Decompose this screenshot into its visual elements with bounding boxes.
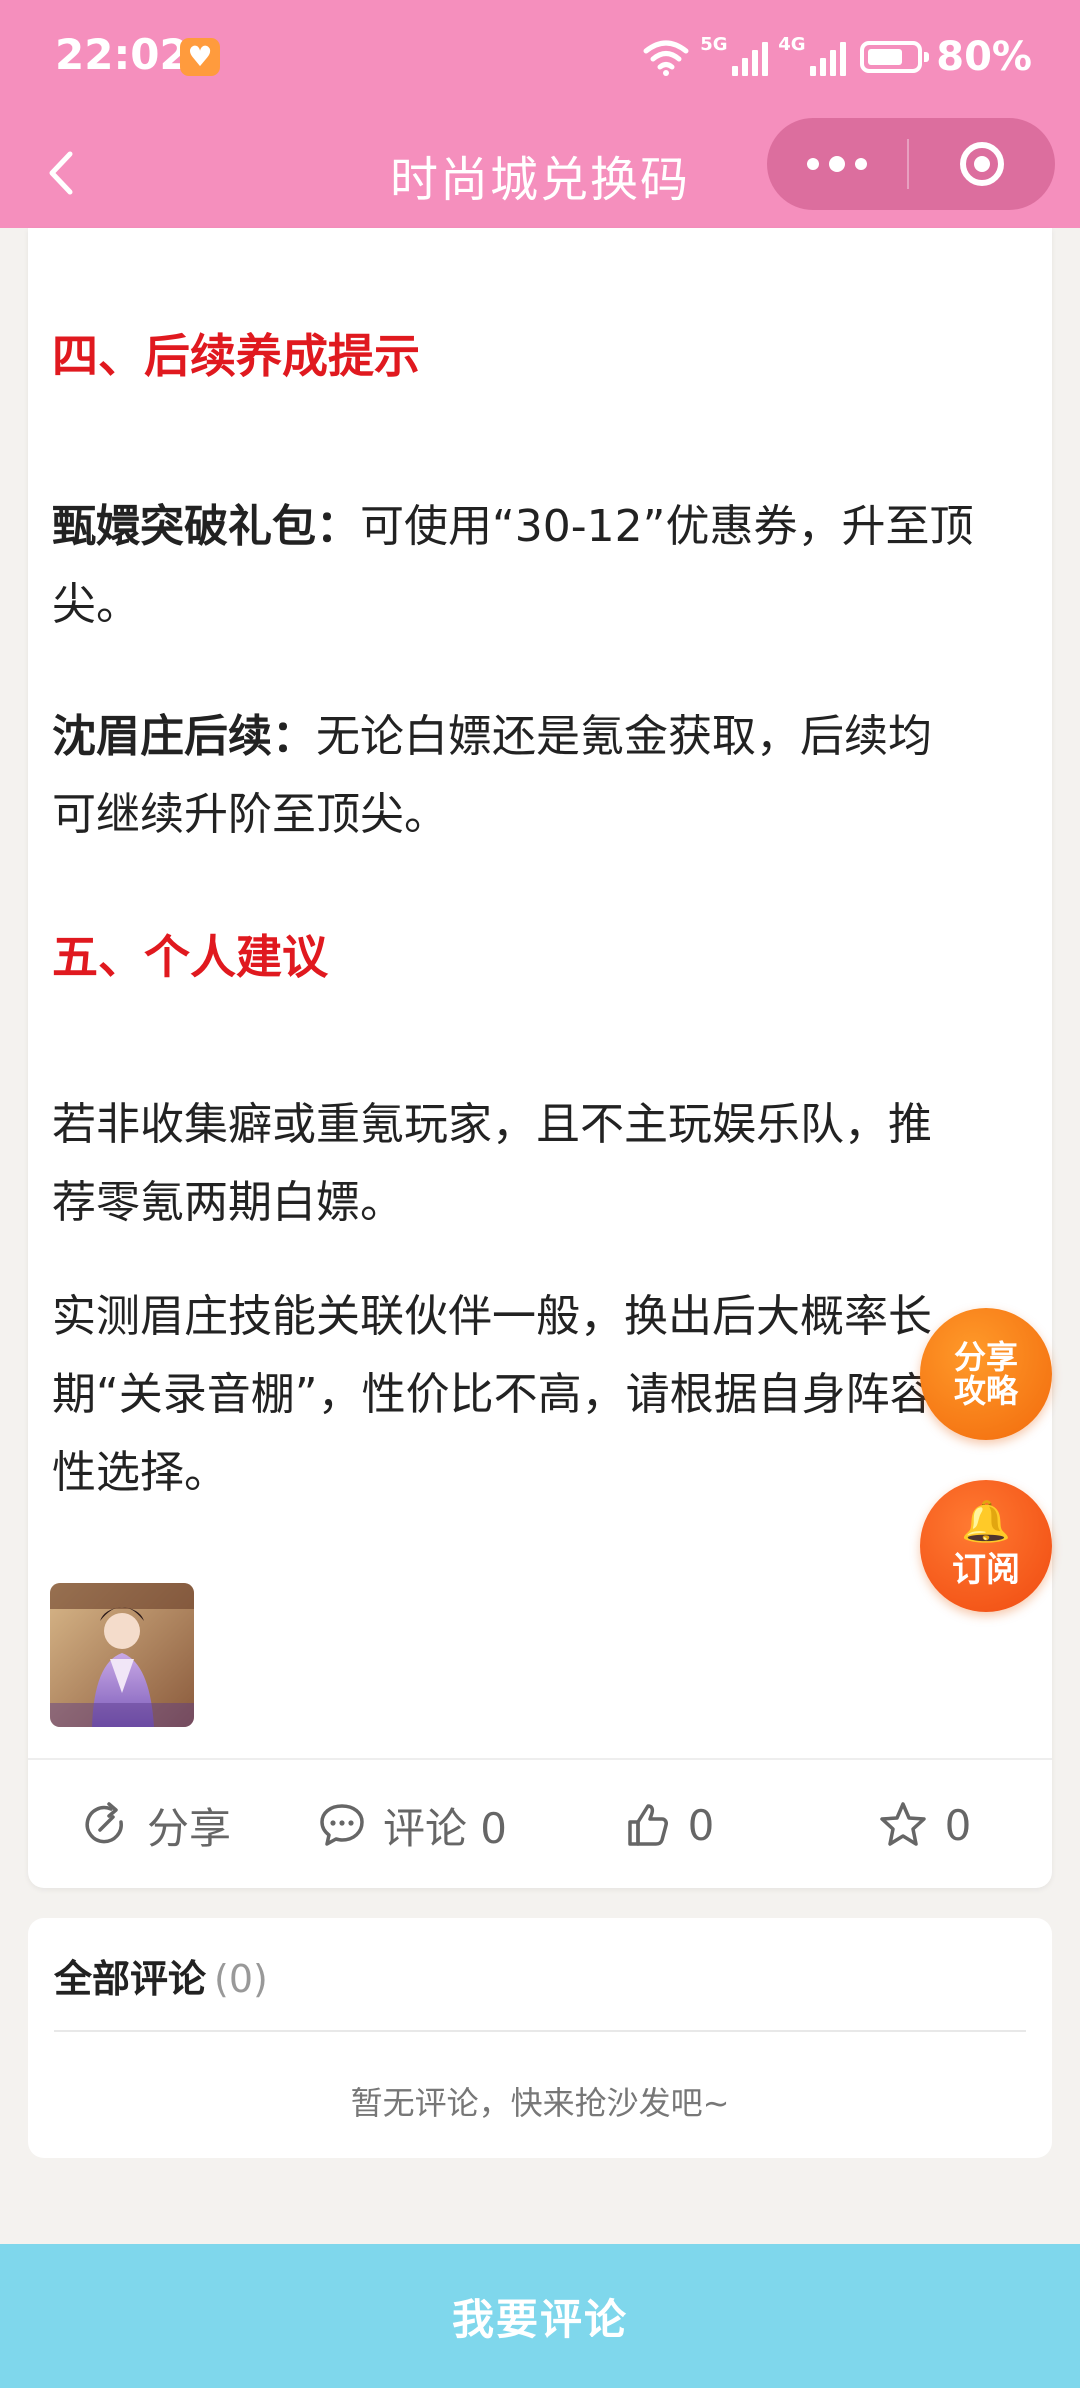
bell-icon: 🔔: [961, 1498, 1011, 1545]
article-action-bar: 分享 评论 0 0 0: [28, 1758, 1052, 1890]
favorite-action[interactable]: 0: [796, 1800, 1052, 1850]
battery-percent: 80%: [936, 34, 1032, 80]
comments-divider: [54, 2030, 1026, 2032]
share-icon: [85, 1802, 123, 1844]
paragraph-bold-label: 沈眉庄后续：: [52, 711, 316, 762]
section-heading-5: 五、个人建议: [52, 930, 328, 984]
comment-bubble-icon: [320, 1804, 364, 1846]
battery-icon: [860, 41, 930, 73]
paragraph-zhenhuan: 甄嬛突破礼包：可使用“30-12”优惠券，升至顶 尖。: [52, 501, 974, 630]
subscribe-fab[interactable]: 🔔 订阅: [920, 1480, 1052, 1612]
thumbs-up-icon: [627, 1804, 668, 1846]
paragraph-bold-label: 甄嬛突破礼包：: [52, 501, 360, 552]
more-menu-button[interactable]: [767, 118, 907, 210]
paragraph-advice-1: 若非收集癖或重氪玩家，且不主玩娱乐队，推 荐零氪两期白嫖。: [52, 1099, 932, 1228]
status-bar: 22:02 ♥ 5G 4G 80%: [0, 0, 1080, 118]
comments-empty-text: 暂无评论，快来抢沙发吧~: [350, 2084, 730, 2122]
paragraph-meizhuang: 沈眉庄后续：无论白嫖还是氪金获取，后续均 可继续升阶至顶尖。: [52, 711, 932, 840]
signal-4g-icon: 4G: [778, 34, 847, 76]
write-comment-button[interactable]: 我要评论: [0, 2244, 1080, 2388]
heart-notification-icon: ♥: [180, 38, 220, 76]
signal-5g-icon: 5G: [700, 34, 769, 76]
comment-action[interactable]: 评论 0: [284, 1795, 540, 1856]
star-icon: [879, 1802, 926, 1846]
comments-title: 全部评论 (0): [54, 1957, 268, 2001]
target-close-icon: [960, 142, 1004, 186]
paragraph-advice-2: 实测眉庄技能关联伙伴一般，换出后大概率长 期“关录音棚”，性价比不高，请根据自身…: [52, 1291, 978, 1498]
like-action[interactable]: 0: [540, 1800, 796, 1850]
status-time: 22:02: [55, 30, 189, 79]
comments-section: 全部评论 (0) 暂无评论，快来抢沙发吧~: [28, 1918, 1052, 2158]
comments-count: (0): [214, 1957, 268, 2001]
article-card: 四、后续养成提示 甄嬛突破礼包：可使用“30-12”优惠券，升至顶 尖。 沈眉庄…: [28, 228, 1052, 1888]
nav-bar: 时尚城兑换码: [0, 118, 1080, 228]
miniprogram-capsule: [767, 118, 1055, 210]
wifi-icon: [643, 40, 689, 76]
share-guide-fab[interactable]: 分享 攻略: [920, 1308, 1052, 1440]
share-action[interactable]: 分享: [28, 1795, 284, 1856]
article-thumbnail-image[interactable]: [50, 1583, 194, 1727]
close-miniprogram-button[interactable]: [909, 118, 1055, 210]
section-heading-4: 四、后续养成提示: [52, 329, 420, 383]
status-icons: 5G 4G 80%: [642, 34, 1032, 80]
